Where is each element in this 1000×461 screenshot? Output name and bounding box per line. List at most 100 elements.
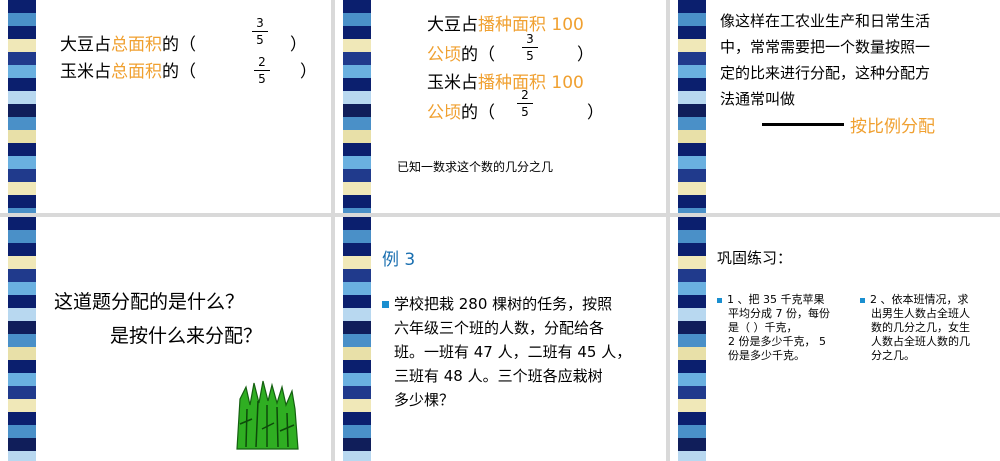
- stripe-segment: [678, 451, 706, 461]
- slide-4[interactable]: 这道题分配的是什么？ 是按什么来分配？: [0, 217, 331, 461]
- soy-sown-line: 大豆占播种面积 100: [427, 10, 584, 35]
- slide-1[interactable]: 大豆占总面积的（ 35 ） 玉米占总面积的（ 25 ）: [0, 0, 331, 213]
- stripe-segment: [678, 195, 706, 208]
- stripe-segment: [678, 143, 706, 156]
- stripe-segment: [343, 169, 371, 182]
- soy-area-line: 大豆占总面积的（: [60, 30, 196, 55]
- stripe-segment: [343, 217, 371, 230]
- fraction-2-5: 25: [517, 88, 533, 119]
- stripe-segment: [343, 373, 371, 386]
- decorative-stripe: [343, 217, 371, 461]
- text: 2 、依本班情况，求: [870, 293, 969, 306]
- question-text: 这道题分配的是什么？: [54, 291, 245, 313]
- stripe-segment: [8, 308, 36, 321]
- stripe-segment: [8, 412, 36, 425]
- text: 2 份是多少千克， 5: [728, 335, 826, 348]
- paragraph-line: 定的比来进行分配，这种分配方: [720, 64, 931, 82]
- slide-3[interactable]: 像这样在工农业生产和日常生活 中，常常需要把一个数量按照一 定的比来进行分配，这…: [670, 0, 1000, 213]
- text: 的（: [162, 62, 196, 82]
- stripe-segment: [8, 117, 36, 130]
- stripe-segment: [678, 217, 706, 230]
- text: 玉米占: [60, 62, 111, 82]
- stripe-segment: [343, 143, 371, 156]
- blank-line: [762, 123, 844, 126]
- slide-2[interactable]: 大豆占播种面积 100 公顷的（ 35 ） 玉米占播种面积 100 公顷的（ 2…: [335, 0, 666, 213]
- slide-5[interactable]: 例 3 学校把栽 280 棵树的任务，按照 六年级三个班的人数，分配给各 班。一…: [335, 217, 666, 461]
- stripe-segment: [678, 169, 706, 182]
- stripe-segment: [8, 451, 36, 461]
- stripe-segment: [343, 13, 371, 26]
- decorative-stripe: [678, 0, 706, 213]
- stripe-segment: [343, 360, 371, 373]
- stripe-segment: [343, 308, 371, 321]
- stripe-segment: [343, 65, 371, 78]
- stripe-segment: [678, 0, 706, 13]
- stripe-segment: [343, 0, 371, 13]
- stripe-segment: [343, 256, 371, 269]
- stripe-segment: [343, 208, 371, 213]
- stripe-segment: [678, 26, 706, 39]
- denominator: 5: [521, 105, 529, 119]
- stripe-segment: [678, 308, 706, 321]
- stripe-segment: [678, 269, 706, 282]
- decorative-stripe: [8, 217, 36, 461]
- stripe-segment: [343, 451, 371, 461]
- stripe-segment: [678, 334, 706, 347]
- text: 分之几。: [871, 349, 915, 362]
- close-paren: ）: [577, 45, 594, 65]
- decorative-stripe: [343, 0, 371, 213]
- stripe-segment: [8, 91, 36, 104]
- slide-6[interactable]: 巩固练习： 1 、把 35 千克苹果 平均分成 7 份，每份 是（ ）千克， 2…: [670, 217, 1000, 461]
- stripe-segment: [8, 182, 36, 195]
- corn-sown-line-2: 公顷的（: [427, 98, 495, 123]
- exercise-2: 2 、依本班情况，求 出男生人数占全班人 数的几分之几，女生 人数占全班人数的几…: [860, 293, 995, 363]
- stripe-segment: [678, 295, 706, 308]
- stripe-segment: [8, 78, 36, 91]
- stripe-segment: [678, 386, 706, 399]
- stripe-segment: [343, 130, 371, 143]
- fraction-bar: [522, 47, 538, 48]
- stripe-segment: [8, 243, 36, 256]
- stripe-segment: [8, 360, 36, 373]
- stripe-segment: [343, 321, 371, 334]
- paragraph-line: 中，常常需要把一个数量按照一: [720, 38, 931, 56]
- stripe-segment: [8, 0, 36, 13]
- text: 人数占全班人数的几: [871, 335, 970, 348]
- bullet-icon: [382, 301, 389, 308]
- stripe-segment: [8, 230, 36, 243]
- fraction-3-5: 35: [522, 32, 538, 63]
- stripe-segment: [678, 78, 706, 91]
- stripe-segment: [8, 208, 36, 213]
- soy-sown-line-2: 公顷的（: [427, 40, 495, 65]
- text: 大豆占: [427, 15, 478, 35]
- stripe-segment: [8, 217, 36, 230]
- stripe-segment: [678, 321, 706, 334]
- text: 学校把栽 280 棵树的任务，按照: [394, 295, 613, 313]
- stripe-segment: [343, 78, 371, 91]
- paragraph-line: 法通常叫做: [720, 90, 796, 108]
- stripe-segment: [678, 182, 706, 195]
- stripe-segment: [678, 373, 706, 386]
- stripe-segment: [8, 52, 36, 65]
- stripe-segment: [678, 243, 706, 256]
- text: 大豆占: [60, 35, 111, 55]
- stripe-segment: [8, 13, 36, 26]
- highlight-text: 公顷: [427, 103, 461, 123]
- close-paren: ）: [300, 62, 317, 82]
- stripe-segment: [8, 438, 36, 451]
- numerator: 2: [258, 55, 266, 69]
- stripe-segment: [343, 104, 371, 117]
- stripe-segment: [678, 117, 706, 130]
- numerator: 3: [526, 32, 534, 46]
- stripe-segment: [8, 26, 36, 39]
- highlight-text: 总面积: [111, 62, 162, 82]
- question-text: 是按什么来分配？: [110, 325, 263, 347]
- stripe-segment: [678, 256, 706, 269]
- stripe-segment: [678, 282, 706, 295]
- stripe-segment: [8, 156, 36, 169]
- stripe-segment: [8, 130, 36, 143]
- stripe-segment: [678, 52, 706, 65]
- text: 玉米占: [427, 73, 478, 93]
- bullet-icon: [860, 297, 865, 303]
- stripe-segment: [678, 130, 706, 143]
